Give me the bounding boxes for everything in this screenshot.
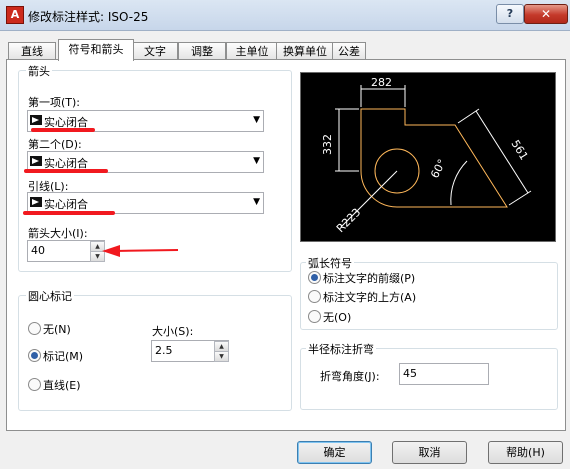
close-button[interactable]: ✕ [524,4,568,24]
angle-arc [450,160,468,206]
tab-lines[interactable]: 直线 [8,42,56,60]
second-arrow-label: 第二个(D): [28,138,82,151]
center-mark-radio[interactable] [28,349,41,362]
arc-length-group-title: 弧长符号 [306,255,354,271]
tab-alternate-units[interactable]: 换算单位 [276,42,334,60]
arrow-type-icon [30,115,42,125]
arc-none-radio[interactable] [308,310,321,323]
arrow-size-label: 箭头大小(I): [28,227,88,240]
dim-angle-text: 60° [428,157,449,180]
tab-primary-units[interactable]: 主单位 [226,42,278,60]
window-title: 修改标注样式: ISO-25 [28,10,149,24]
arrow-type-icon [30,197,42,207]
center-line-label: 直线(E) [43,379,81,392]
center-size-label: 大小(S): [152,325,194,338]
red-arrow-icon [102,245,179,257]
red-underline-1 [31,128,95,132]
red-underline-2 [24,169,108,173]
chevron-down-icon: ▼ [253,156,260,166]
arrow-type-icon [30,156,42,166]
preview-drawing: 282 332 561 60° R223 [321,76,532,235]
tab-tolerances[interactable]: 公差 [332,42,366,60]
help-title-button[interactable]: ? [496,4,524,24]
chevron-down-icon: ▼ [253,197,260,207]
arrowheads-group-title: 箭头 [26,63,52,79]
dimension-preview: 282 332 561 60° R223 [300,72,556,242]
center-line-radio[interactable] [28,378,41,391]
radius-jog-group-title: 半径标注折弯 [306,341,376,357]
arc-above-label: 标注文字的上方(A) [323,291,417,304]
ok-button[interactable]: 确定 [297,441,372,464]
center-size-stepper[interactable]: 2.5 ▲ ▼ [151,340,229,362]
jog-angle-value: 45 [403,367,417,380]
leader-arrow-value: 实心闭合 [44,198,88,211]
app-icon: A [6,6,24,24]
dim-left-text: 332 [321,134,334,155]
jog-angle-label: 折弯角度(J): [320,370,380,383]
arc-prefix-label: 标注文字的前缀(P) [323,272,416,285]
arc-none-label: 无(O) [323,311,352,324]
arc-prefix-radio[interactable] [308,271,321,284]
tab-text[interactable]: 文字 [132,42,178,60]
tab-symbols-arrows[interactable]: 符号和箭头 [58,39,134,61]
tab-fit[interactable]: 调整 [178,42,226,60]
center-mark-label: 标记(M) [43,350,84,363]
first-arrow-label: 第一项(T): [28,96,81,109]
center-none-label: 无(N) [43,323,71,336]
chevron-down-icon: ▼ [253,115,260,125]
help-button[interactable]: 帮助(H) [488,441,563,464]
dim-radius-text: R223 [334,206,363,235]
center-none-radio[interactable] [28,322,41,335]
center-marks-group-title: 圆心标记 [26,288,74,304]
dim-slant-text: 561 [508,138,530,163]
part-outline [360,108,508,208]
arrow-size-value: 40 [31,244,45,257]
red-underline-3 [23,211,115,215]
arc-above-radio[interactable] [308,290,321,303]
dim-top-text: 282 [371,76,392,89]
center-size-value: 2.5 [155,344,173,357]
spin-down-icon[interactable]: ▼ [214,351,229,362]
cancel-button[interactable]: 取消 [392,441,467,464]
arrow-size-stepper[interactable]: 40 ▲ ▼ [27,240,105,262]
jog-angle-input[interactable]: 45 [399,363,489,385]
